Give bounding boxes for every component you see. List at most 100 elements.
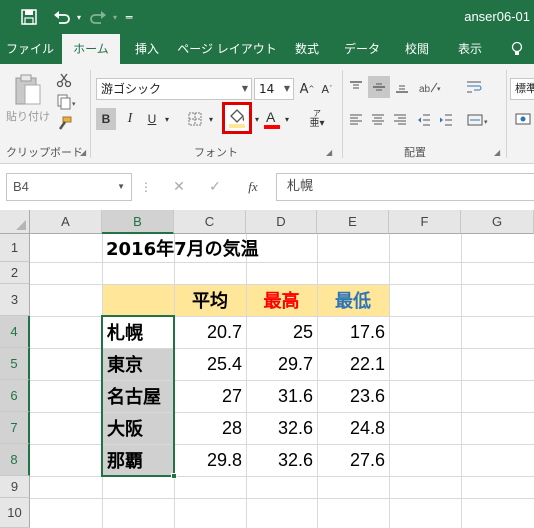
avg-cell[interactable]: 28 bbox=[174, 412, 246, 444]
decrease-indent-icon[interactable] bbox=[414, 110, 434, 130]
align-right-icon[interactable] bbox=[390, 110, 410, 130]
city-cell[interactable]: 大阪 bbox=[102, 412, 174, 444]
bold-button[interactable]: B bbox=[96, 108, 116, 130]
font-size-dropdown[interactable]: 14 ▼ bbox=[254, 78, 294, 100]
avg-cell[interactable]: 29.8 bbox=[174, 444, 246, 476]
tab-home[interactable]: ホーム bbox=[62, 34, 120, 64]
worksheet-grid[interactable]: A B C D E F G 1 2 3 4 5 6 7 8 9 10 2016年… bbox=[0, 210, 534, 528]
wrap-text-icon[interactable] bbox=[462, 76, 486, 98]
row-header-6[interactable]: 6 bbox=[0, 380, 30, 412]
header-max[interactable]: 最高 bbox=[246, 284, 317, 316]
format-painter-icon[interactable] bbox=[52, 114, 76, 134]
customize-quick-access-icon[interactable]: ═ bbox=[122, 7, 136, 27]
max-cell[interactable]: 25 bbox=[246, 316, 317, 348]
font-launcher-icon[interactable]: ◢ bbox=[326, 148, 332, 157]
name-box[interactable]: B4 ▼ bbox=[6, 173, 132, 201]
increase-indent-icon[interactable] bbox=[436, 110, 456, 130]
cancel-icon[interactable]: ✕ bbox=[166, 177, 192, 197]
header-min[interactable]: 最低 bbox=[317, 284, 389, 316]
row-header-3[interactable]: 3 bbox=[0, 284, 30, 316]
row-header-8[interactable]: 8 bbox=[0, 444, 30, 476]
align-left-icon[interactable] bbox=[346, 110, 366, 130]
city-cell[interactable]: 那覇 bbox=[102, 444, 174, 476]
copy-icon[interactable]: ▾ bbox=[52, 92, 82, 112]
avg-cell[interactable]: 20.7 bbox=[174, 316, 246, 348]
tab-formulas[interactable]: 数式 bbox=[282, 34, 332, 64]
tab-insert[interactable]: 挿入 bbox=[122, 34, 172, 64]
column-header-e[interactable]: E bbox=[317, 210, 389, 234]
font-name-dropdown[interactable]: 游ゴシック ▼ bbox=[96, 78, 252, 100]
tab-file[interactable]: ファイル bbox=[0, 34, 60, 64]
formula-input[interactable]: 札幌 bbox=[276, 173, 534, 201]
city-cell[interactable]: 札幌 bbox=[102, 316, 174, 348]
grid-line bbox=[461, 234, 462, 528]
column-header-g[interactable]: G bbox=[461, 210, 534, 234]
row-header-1[interactable]: 1 bbox=[0, 234, 30, 262]
min-cell[interactable]: 27.6 bbox=[317, 444, 389, 476]
max-cell[interactable]: 29.7 bbox=[246, 348, 317, 380]
font-color-dropdown-icon[interactable]: ▾ bbox=[282, 108, 292, 130]
accounting-format-icon[interactable] bbox=[512, 108, 534, 130]
row-header-4[interactable]: 4 bbox=[0, 316, 30, 348]
borders-dropdown-icon[interactable]: ▾ bbox=[206, 108, 216, 130]
save-icon[interactable] bbox=[18, 7, 40, 27]
select-all-corner[interactable] bbox=[0, 210, 30, 234]
min-cell[interactable]: 22.1 bbox=[317, 348, 389, 380]
orientation-icon[interactable]: ab ▾ bbox=[416, 76, 446, 98]
merge-center-icon[interactable]: ▾ bbox=[464, 110, 494, 130]
font-color-icon[interactable]: A bbox=[262, 106, 282, 132]
tell-me-icon[interactable] bbox=[500, 34, 534, 64]
undo-icon[interactable] bbox=[50, 7, 74, 27]
paste-button[interactable]: 貼り付け bbox=[4, 108, 52, 124]
city-cell[interactable]: 名古屋 bbox=[102, 380, 174, 412]
decrease-font-size-icon[interactable]: Aˇ bbox=[318, 78, 336, 100]
column-header-d[interactable]: D bbox=[246, 210, 317, 234]
column-header-c[interactable]: C bbox=[174, 210, 246, 234]
tab-review[interactable]: 校閲 bbox=[392, 34, 442, 64]
row-header-5[interactable]: 5 bbox=[0, 348, 30, 380]
clipboard-launcher-icon[interactable]: ◢ bbox=[80, 148, 86, 157]
row-header-7[interactable]: 7 bbox=[0, 412, 30, 444]
sheet-title[interactable]: 2016年7月の気温 bbox=[106, 234, 259, 262]
number-format-dropdown[interactable]: 標準 bbox=[510, 78, 534, 100]
city-cell[interactable]: 東京 bbox=[102, 348, 174, 380]
align-top-icon[interactable] bbox=[346, 76, 366, 98]
undo-dropdown-icon[interactable]: ▾ bbox=[74, 7, 84, 27]
alignment-launcher-icon[interactable]: ◢ bbox=[494, 148, 500, 157]
enter-icon[interactable]: ✓ bbox=[202, 177, 228, 197]
column-header-b[interactable]: B bbox=[102, 210, 174, 234]
increase-font-size-icon[interactable]: A ^ bbox=[298, 78, 316, 100]
min-cell[interactable]: 17.6 bbox=[317, 316, 389, 348]
underline-dropdown-icon[interactable]: ▾ bbox=[162, 108, 172, 130]
paste-icon[interactable] bbox=[8, 70, 48, 110]
fill-color-dropdown-icon[interactable]: ▾ bbox=[252, 108, 262, 130]
column-header-f[interactable]: F bbox=[389, 210, 461, 234]
redo-dropdown-icon[interactable]: ▾ bbox=[110, 7, 120, 27]
avg-cell[interactable]: 25.4 bbox=[174, 348, 246, 380]
align-center-icon[interactable] bbox=[368, 110, 388, 130]
max-cell[interactable]: 31.6 bbox=[246, 380, 317, 412]
align-bottom-icon[interactable] bbox=[392, 76, 412, 98]
fill-color-icon[interactable] bbox=[222, 102, 252, 134]
tab-view[interactable]: 表示 bbox=[444, 34, 496, 64]
italic-button[interactable]: I bbox=[120, 108, 140, 130]
column-header-a[interactable]: A bbox=[30, 210, 102, 234]
borders-icon[interactable] bbox=[184, 108, 206, 130]
max-cell[interactable]: 32.6 bbox=[246, 412, 317, 444]
row-header-10[interactable]: 10 bbox=[0, 498, 30, 528]
min-cell[interactable]: 23.6 bbox=[317, 380, 389, 412]
max-cell[interactable]: 32.6 bbox=[246, 444, 317, 476]
row-header-9[interactable]: 9 bbox=[0, 476, 30, 498]
phonetic-guide-icon[interactable]: ア亜▾ bbox=[302, 106, 332, 132]
redo-icon[interactable] bbox=[86, 7, 110, 27]
avg-cell[interactable]: 27 bbox=[174, 380, 246, 412]
row-header-2[interactable]: 2 bbox=[0, 262, 30, 284]
header-avg[interactable]: 平均 bbox=[174, 284, 246, 316]
min-cell[interactable]: 24.8 bbox=[317, 412, 389, 444]
align-middle-icon[interactable] bbox=[368, 76, 390, 98]
tab-page-layout[interactable]: ページ レイアウト bbox=[174, 34, 280, 64]
insert-function-button[interactable]: fx bbox=[238, 177, 268, 197]
cut-icon[interactable] bbox=[52, 70, 76, 90]
tab-data[interactable]: データ bbox=[334, 34, 390, 64]
underline-button[interactable]: U bbox=[142, 108, 162, 130]
